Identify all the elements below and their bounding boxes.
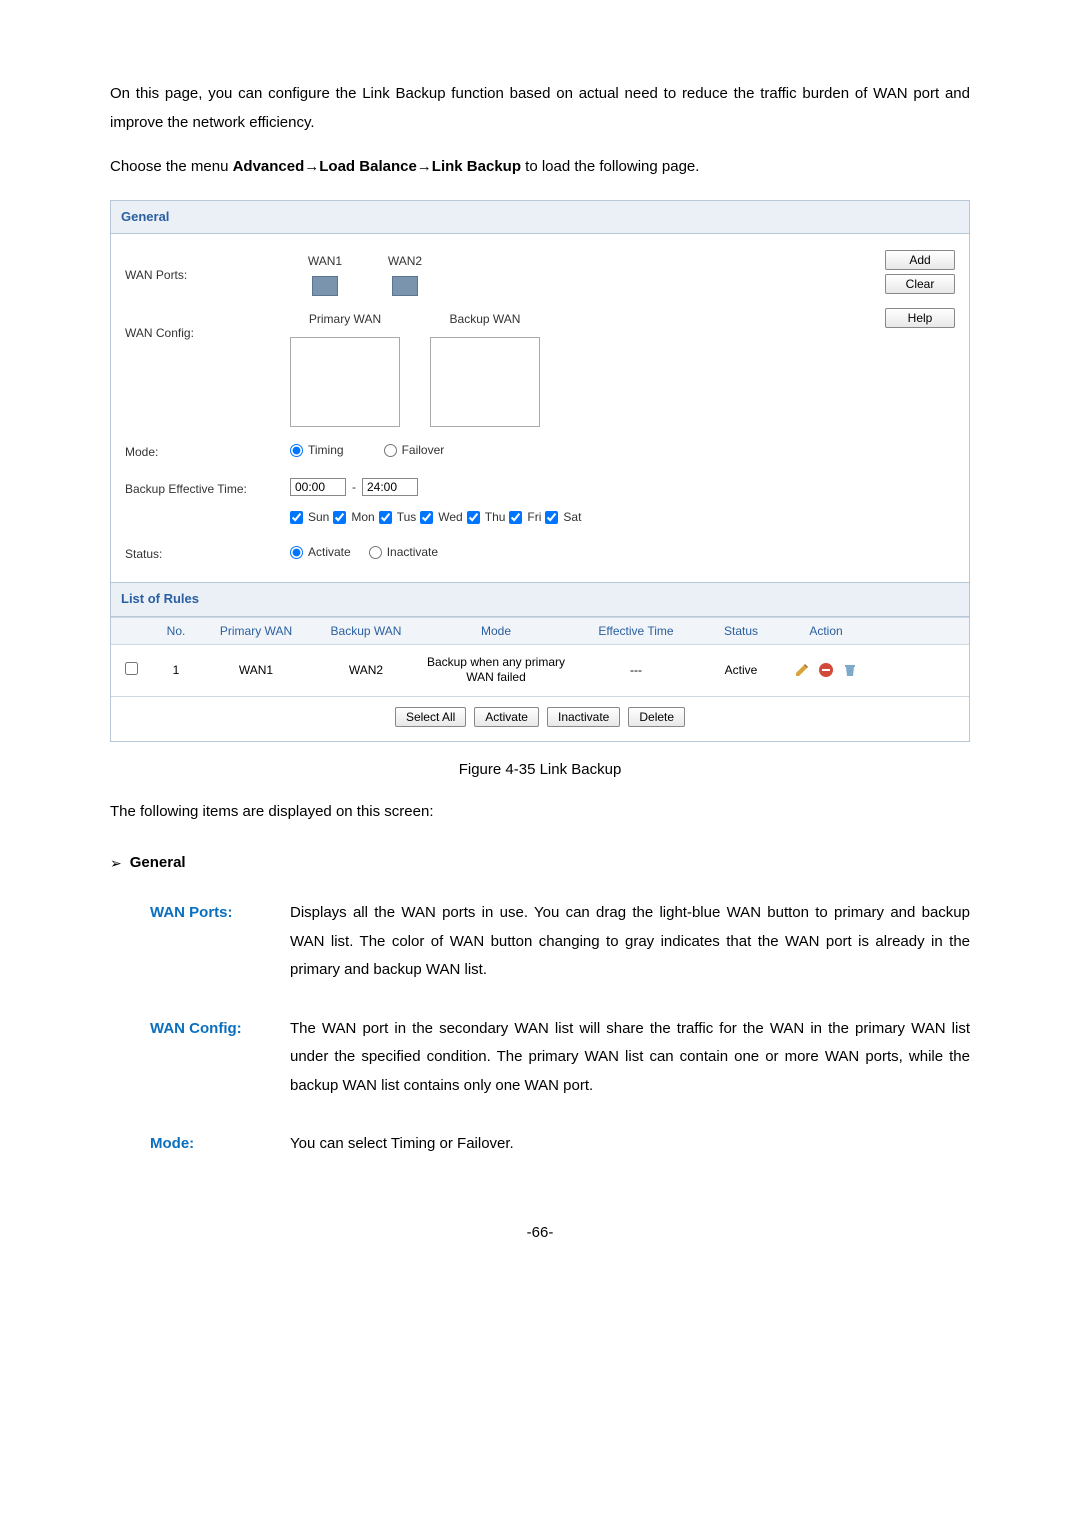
edit-icon[interactable] xyxy=(794,662,810,678)
wan2-icon xyxy=(392,276,418,296)
selectall-button[interactable]: Select All xyxy=(395,707,466,727)
general-header: General xyxy=(111,201,969,235)
mode-failover-input[interactable] xyxy=(384,444,397,457)
mode-timing-input[interactable] xyxy=(290,444,303,457)
row-status: Active xyxy=(701,663,781,677)
def-wan-config-label: WAN Config: xyxy=(150,1015,290,1101)
general-bullet: ➢ General xyxy=(110,849,970,878)
wan2-chip[interactable]: WAN2 xyxy=(370,250,440,296)
menu-bold: Advanced→Load Balance→Link Backup xyxy=(233,158,521,175)
row-checkbox[interactable] xyxy=(125,662,138,675)
row-no: 1 xyxy=(151,663,201,677)
bet-label: Backup Effective Time: xyxy=(125,476,290,501)
wan1-icon xyxy=(312,276,338,296)
status-row: Status: Activate Inactivate xyxy=(125,535,955,572)
col-action: Action xyxy=(781,624,871,638)
wan-ports-row: WAN Ports: WAN1 WAN2 Add Clear xyxy=(125,244,955,302)
def-wan-ports-text: Displays all the WAN ports in use. You c… xyxy=(290,899,970,985)
general-bullet-text: General xyxy=(130,849,186,878)
primary-wan-box[interactable] xyxy=(290,337,400,427)
primary-wan-label: Primary WAN xyxy=(309,308,381,331)
row-bw: WAN2 xyxy=(311,663,421,677)
wan-config-row: WAN Config: Primary WAN Backup WAN Help xyxy=(125,302,955,433)
page-number: -66- xyxy=(110,1219,970,1248)
col-bw: Backup WAN xyxy=(311,624,421,638)
mode-timing-text: Timing xyxy=(308,439,344,462)
mode-timing-radio[interactable]: Timing xyxy=(290,439,344,462)
table-row: 1 WAN1 WAN2 Backup when any primary WAN … xyxy=(111,645,969,696)
add-button[interactable]: Add xyxy=(885,250,955,270)
intro-text: On this page, you can configure the Link… xyxy=(110,80,970,137)
row-pw: WAN1 xyxy=(201,663,311,677)
def-mode-text: You can select Timing or Failover. xyxy=(290,1130,970,1159)
mode-failover-radio[interactable]: Failover xyxy=(384,439,445,462)
day-sat[interactable]: Sat xyxy=(545,506,581,529)
section-lead: The following items are displayed on thi… xyxy=(110,798,970,827)
general-body: WAN Ports: WAN1 WAN2 Add Clear WAN Confi… xyxy=(111,234,969,582)
def-wan-ports: WAN Ports: Displays all the WAN ports in… xyxy=(150,899,970,985)
rules-buttons: Select All Activate Inactivate Delete xyxy=(111,696,969,741)
backup-wan-label: Backup WAN xyxy=(450,308,521,331)
rules-header: List of Rules xyxy=(111,582,969,617)
rules-head-row: No. Primary WAN Backup WAN Mode Effectiv… xyxy=(111,617,969,645)
chevron-right-icon: ➢ xyxy=(110,850,122,877)
day-tus[interactable]: Tus xyxy=(379,506,417,529)
col-mode: Mode xyxy=(421,624,571,638)
def-mode: Mode: You can select Timing or Failover. xyxy=(150,1130,970,1159)
inactivate-button[interactable]: Inactivate xyxy=(547,707,620,727)
mode-row: Mode: Timing Failover xyxy=(125,433,955,470)
mode-failover-text: Failover xyxy=(402,439,445,462)
mode-label: Mode: xyxy=(125,439,290,464)
col-status: Status xyxy=(701,624,781,638)
status-activate-radio[interactable]: Activate xyxy=(290,541,351,564)
col-no: No. xyxy=(151,624,201,638)
wan-config-label: WAN Config: xyxy=(125,308,290,345)
status-inactivate-radio[interactable]: Inactivate xyxy=(369,541,438,564)
day-wed[interactable]: Wed xyxy=(420,506,462,529)
wan1-chip[interactable]: WAN1 xyxy=(290,250,360,296)
wan2-label: WAN2 xyxy=(388,250,422,273)
time-to-input[interactable] xyxy=(362,478,418,496)
time-dash: - xyxy=(352,476,356,499)
menu-prefix: Choose the menu xyxy=(110,158,233,175)
activate-button[interactable]: Activate xyxy=(474,707,539,727)
col-pw: Primary WAN xyxy=(201,624,311,638)
day-thu[interactable]: Thu xyxy=(467,506,506,529)
rules-table: No. Primary WAN Backup WAN Mode Effectiv… xyxy=(111,617,969,741)
wan-ports-label: WAN Ports: xyxy=(125,250,290,287)
row-et: --- xyxy=(571,663,701,677)
remove-icon[interactable] xyxy=(818,662,834,678)
def-mode-label: Mode: xyxy=(150,1130,290,1159)
def-wan-config: WAN Config: The WAN port in the secondar… xyxy=(150,1015,970,1101)
status-label: Status: xyxy=(125,541,290,566)
row-mode: Backup when any primary WAN failed xyxy=(421,655,571,686)
config-panel: General WAN Ports: WAN1 WAN2 Add Clear W… xyxy=(110,200,970,742)
menu-path: Choose the menu Advanced→Load Balance→Li… xyxy=(110,153,970,182)
day-mon[interactable]: Mon xyxy=(333,506,374,529)
clear-button[interactable]: Clear xyxy=(885,274,955,294)
day-sun[interactable]: Sun xyxy=(290,506,329,529)
bet-row: Backup Effective Time: - Sun Mon Tus Wed… xyxy=(125,470,955,536)
trash-icon[interactable] xyxy=(842,662,858,678)
day-fri[interactable]: Fri xyxy=(509,506,541,529)
delete-button[interactable]: Delete xyxy=(628,707,685,727)
def-wan-config-text: The WAN port in the secondary WAN list w… xyxy=(290,1015,970,1101)
menu-suffix: to load the following page. xyxy=(521,158,699,175)
figure-caption: Figure 4-35 Link Backup xyxy=(110,756,970,785)
help-button[interactable]: Help xyxy=(885,308,955,328)
backup-wan-box[interactable] xyxy=(430,337,540,427)
wan1-label: WAN1 xyxy=(308,250,342,273)
col-et: Effective Time xyxy=(571,624,701,638)
def-wan-ports-label: WAN Ports: xyxy=(150,899,290,985)
time-from-input[interactable] xyxy=(290,478,346,496)
